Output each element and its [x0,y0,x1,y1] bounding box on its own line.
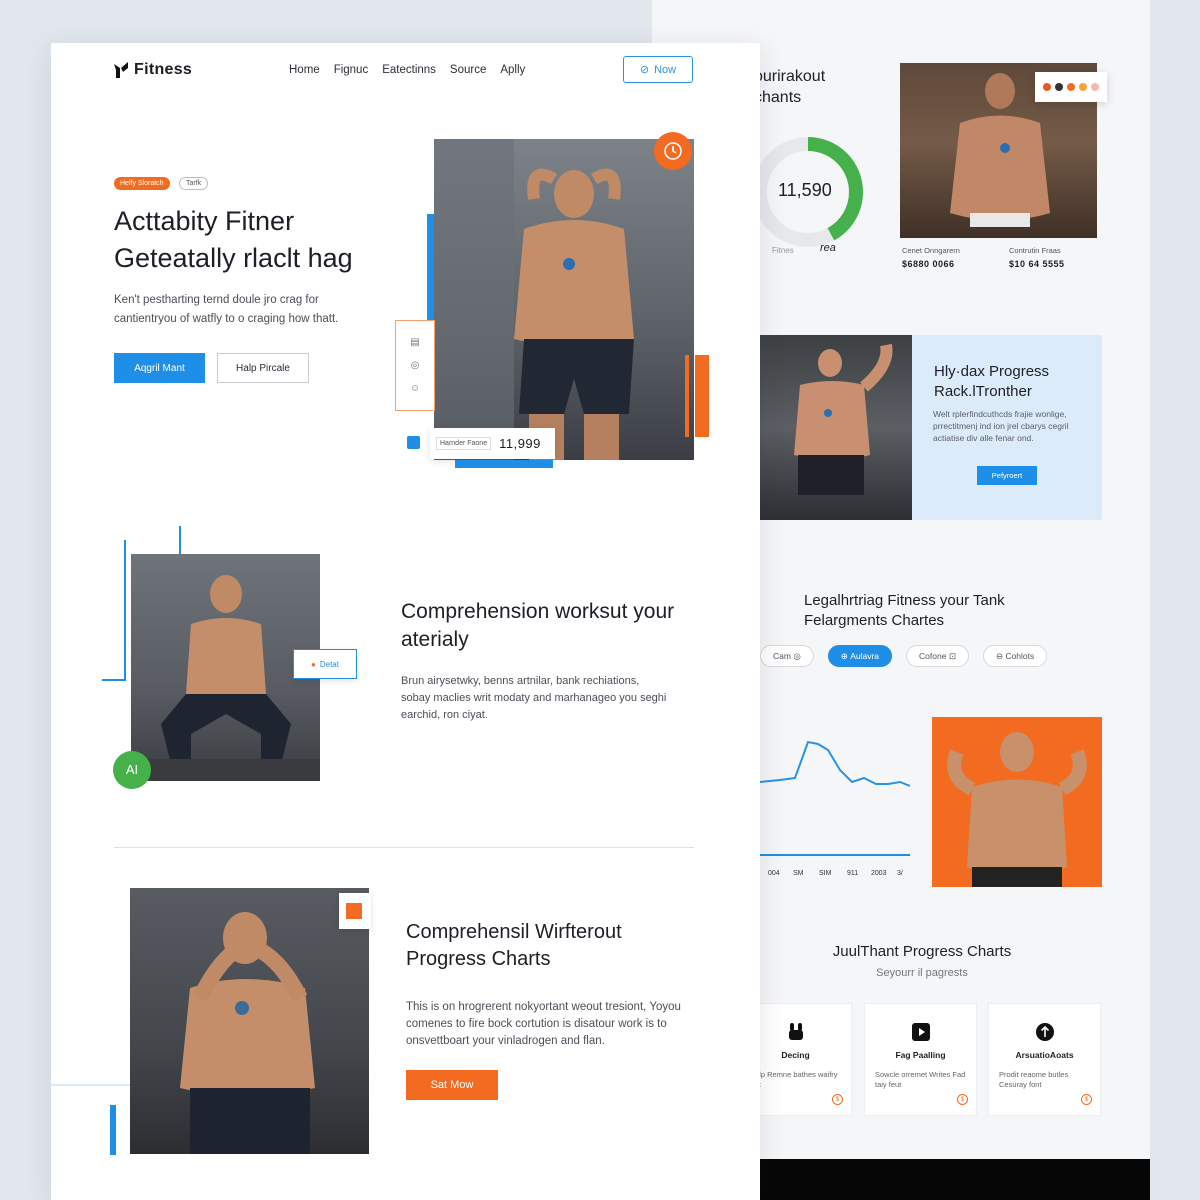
orange-accent-bars [685,355,709,437]
accent-bar [110,1105,116,1155]
stat-1: Cenet Onngarern $6880 0066 [902,246,960,269]
frame-line [51,1084,131,1086]
progress-card-desc: Welt rplerfindcuthcds frajie wonlige, pr… [933,409,1069,443]
donut-value: 11,590 [778,180,832,200]
nav-item-2[interactable]: Fignuc [334,64,369,76]
stat-card: Harnder Faone 11,999 [430,428,555,459]
logo[interactable]: Fitness [114,61,192,79]
section3-title: Comprehensil Wirfterout Progress Charts [406,921,622,970]
feature-card-3[interactable]: ArsuatioAoats Prodit reaome butles Cesur… [988,1003,1101,1116]
chip-3[interactable]: Cofone ⊡ [906,645,969,667]
tick-6: 3/ [897,870,903,877]
footer-bar [760,1159,1150,1200]
features-title: JuulThant Progress Charts [832,943,1012,960]
orange-square-icon [339,893,371,929]
tick-5: 2003 [871,870,887,877]
ai-badge[interactable]: AI [113,751,151,789]
section3-button[interactable]: Sat Mow [406,1070,498,1100]
link-icon: ⊘ [639,64,650,76]
hero-primary-button[interactable]: Aqgril Mant [114,353,205,383]
feature-card-2[interactable]: Fag Paalling Sowcle orremet Writes Fad t… [864,1003,977,1116]
divider [114,847,694,848]
section3-description: This is on hrogrerent nokyortant weout t… [406,1001,681,1047]
x-ticks: 004 SM SIM 911 2003 3/ [768,870,903,877]
front-page: Fitness Home Fignuc Eatectinns Source Ap… [51,43,760,1200]
dot-1 [1043,83,1051,91]
hero-secondary-button[interactable]: Halp Pircale [217,353,309,383]
nav-item-5[interactable]: Aplly [500,64,525,76]
section-title: Legalhrtriag Fitness your Tank Felargmen… [804,592,1005,629]
tag-pill-primary[interactable]: Helfy Sloratch [114,177,170,190]
main-nav: Home Fignuc Eatectinns Source Aplly [289,64,525,76]
coin-icon: $ [1081,1094,1092,1105]
hero-title: Acttabity Fitner Geteatally rlaclt hag [114,206,353,273]
progress-card-title: Hly·dax Progress Rack.lTronther [934,363,1050,400]
stat-value: 11,999 [499,436,541,451]
hero-photo [434,139,694,460]
section2-title: Comprehension worksut your aterialy [401,600,675,651]
smile-icon[interactable]: ☺ [410,383,420,394]
donut-caption: Fitnes [772,246,794,255]
donut-mark: rea [820,242,836,254]
color-dots [1035,72,1107,102]
tick-2: SM [793,870,804,877]
play-icon [911,1022,931,1042]
orange-athlete-photo [932,717,1102,887]
squat-photo [131,554,320,781]
filter-chips: Cam ◎ ⊕ Aulavra Cofone ⊡ ⊖ Cohlots [760,645,1048,667]
tick-3: SIM [819,870,832,877]
tag-pill-secondary[interactable]: Tarfk [179,177,209,190]
nav-item-3[interactable]: Eatectinns [382,64,436,76]
chip-4[interactable]: ⊖ Cohlots [982,645,1048,667]
tick-4: 911 [847,870,858,877]
nav-item-4[interactable]: Source [450,64,486,76]
coin-icon: $ [832,1094,843,1105]
chip-1[interactable]: Cam ◎ [760,645,814,667]
nav-cta-button[interactable]: ⊘ Now [623,56,693,83]
bunny-icon [786,1022,806,1042]
refresh-icon[interactable]: ◎ [411,360,420,371]
stat-2: Contrutin Fraas $10 64 5555 [1009,246,1065,269]
frame-line [124,540,126,680]
clipboard-icon[interactable]: ▤ [410,337,419,348]
frame-line [102,679,126,681]
back-title: ourirakout chants [754,68,826,106]
badge-icon: ● [311,659,316,669]
brand-name: Fitness [134,61,193,78]
line-chart: 004 SM SIM 911 2003 3/ [759,720,963,880]
chip-2[interactable]: ⊕ Aulavra [827,645,893,667]
logo-icon [114,62,128,78]
dot-3 [1067,83,1075,91]
hero-description: Ken't pestharting ternd doule jro crag f… [114,294,339,325]
stat-label: Harnder Faone [436,437,492,450]
tick-1: 004 [768,870,780,877]
arrow-up-icon [1035,1022,1055,1042]
dot-4 [1079,83,1087,91]
dot-5 [1091,83,1099,91]
progress-card-button[interactable]: Pefyroert [977,466,1037,485]
chat-icon [407,436,420,449]
nav-item-1[interactable]: Home [289,64,320,76]
section2-description: Brun airysetwky, benns artnilar, bank re… [401,675,667,721]
boxer-photo [130,888,369,1154]
detail-badge[interactable]: ● Detat [293,649,357,679]
flex-photo [760,335,912,520]
dot-2 [1055,83,1063,91]
accent-bar-horizontal [455,460,553,468]
timer-icon[interactable] [654,132,692,170]
side-toolbar: ▤ ◎ ☺ [395,320,435,411]
features-subtitle: Seyourr il pagrests [876,967,968,979]
coin-icon: $ [957,1094,968,1105]
